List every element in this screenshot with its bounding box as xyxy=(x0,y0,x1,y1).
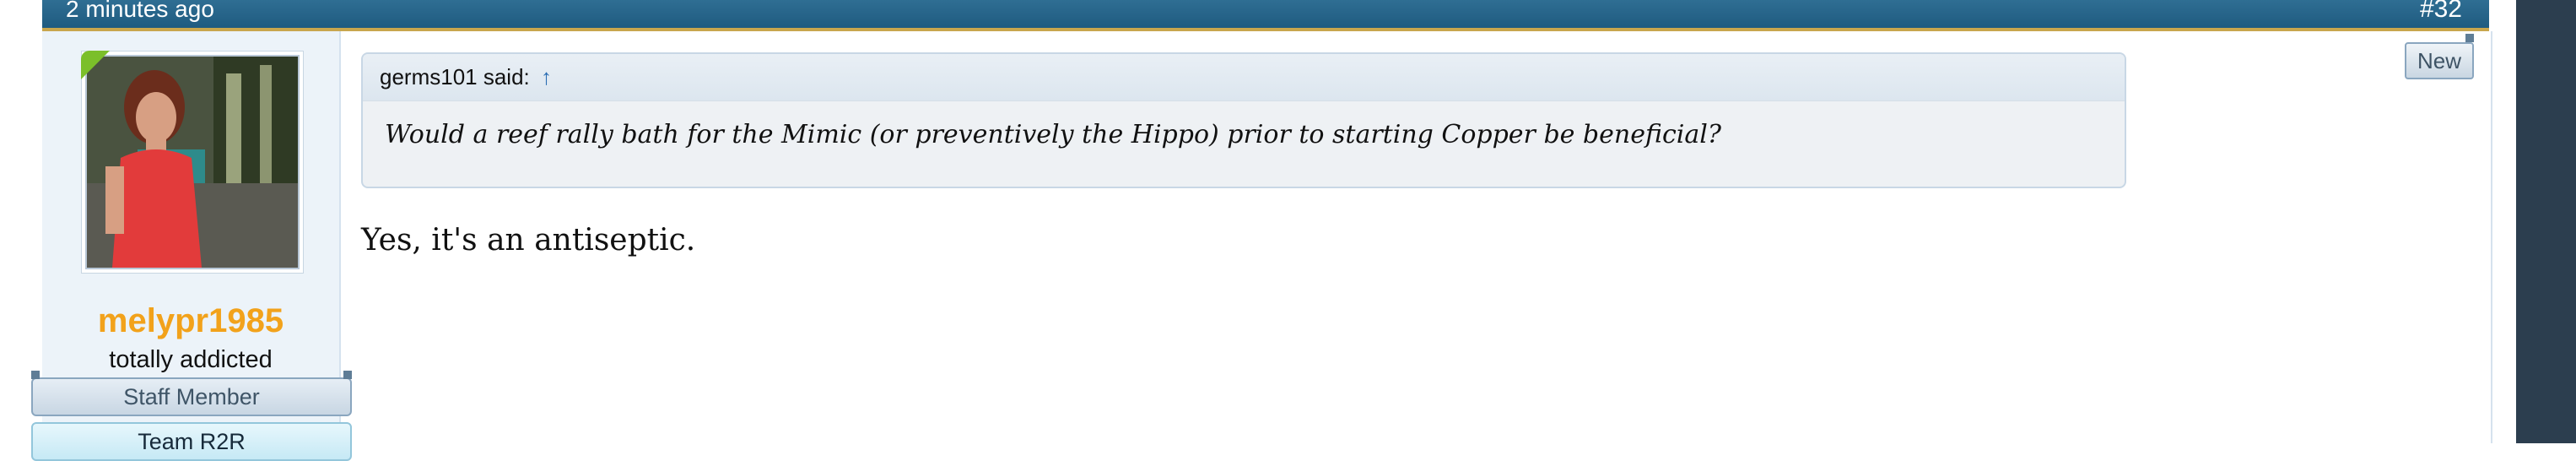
avatar[interactable] xyxy=(85,55,300,269)
staff-member-banner: Staff Member xyxy=(31,371,352,416)
post-timestamp[interactable]: 2 minutes ago xyxy=(66,0,214,24)
quote-author: germs101 said: xyxy=(380,64,530,89)
post-header-bar: 2 minutes ago #32 xyxy=(42,0,2489,31)
online-status-icon xyxy=(81,51,110,79)
jump-to-quote-icon[interactable]: ↑ xyxy=(541,64,552,89)
post-message: Yes, it's an antiseptic. xyxy=(361,223,696,258)
quote-block: germs101 said: ↑ Would a reef rally bath… xyxy=(361,52,2126,188)
avatar-photo xyxy=(87,57,298,268)
username[interactable]: melypr1985 xyxy=(42,302,339,340)
post-permalink-number[interactable]: #32 xyxy=(2420,0,2462,24)
team-banner: Team R2R xyxy=(31,422,352,461)
new-post-indicator[interactable]: New xyxy=(2405,34,2474,79)
quote-text: Would a reef rally bath for the Mimic (o… xyxy=(385,120,1721,149)
quote-attribution: germs101 said: ↑ xyxy=(363,54,2125,101)
page-background-right xyxy=(2516,0,2576,443)
user-title: totally addicted xyxy=(109,346,273,373)
